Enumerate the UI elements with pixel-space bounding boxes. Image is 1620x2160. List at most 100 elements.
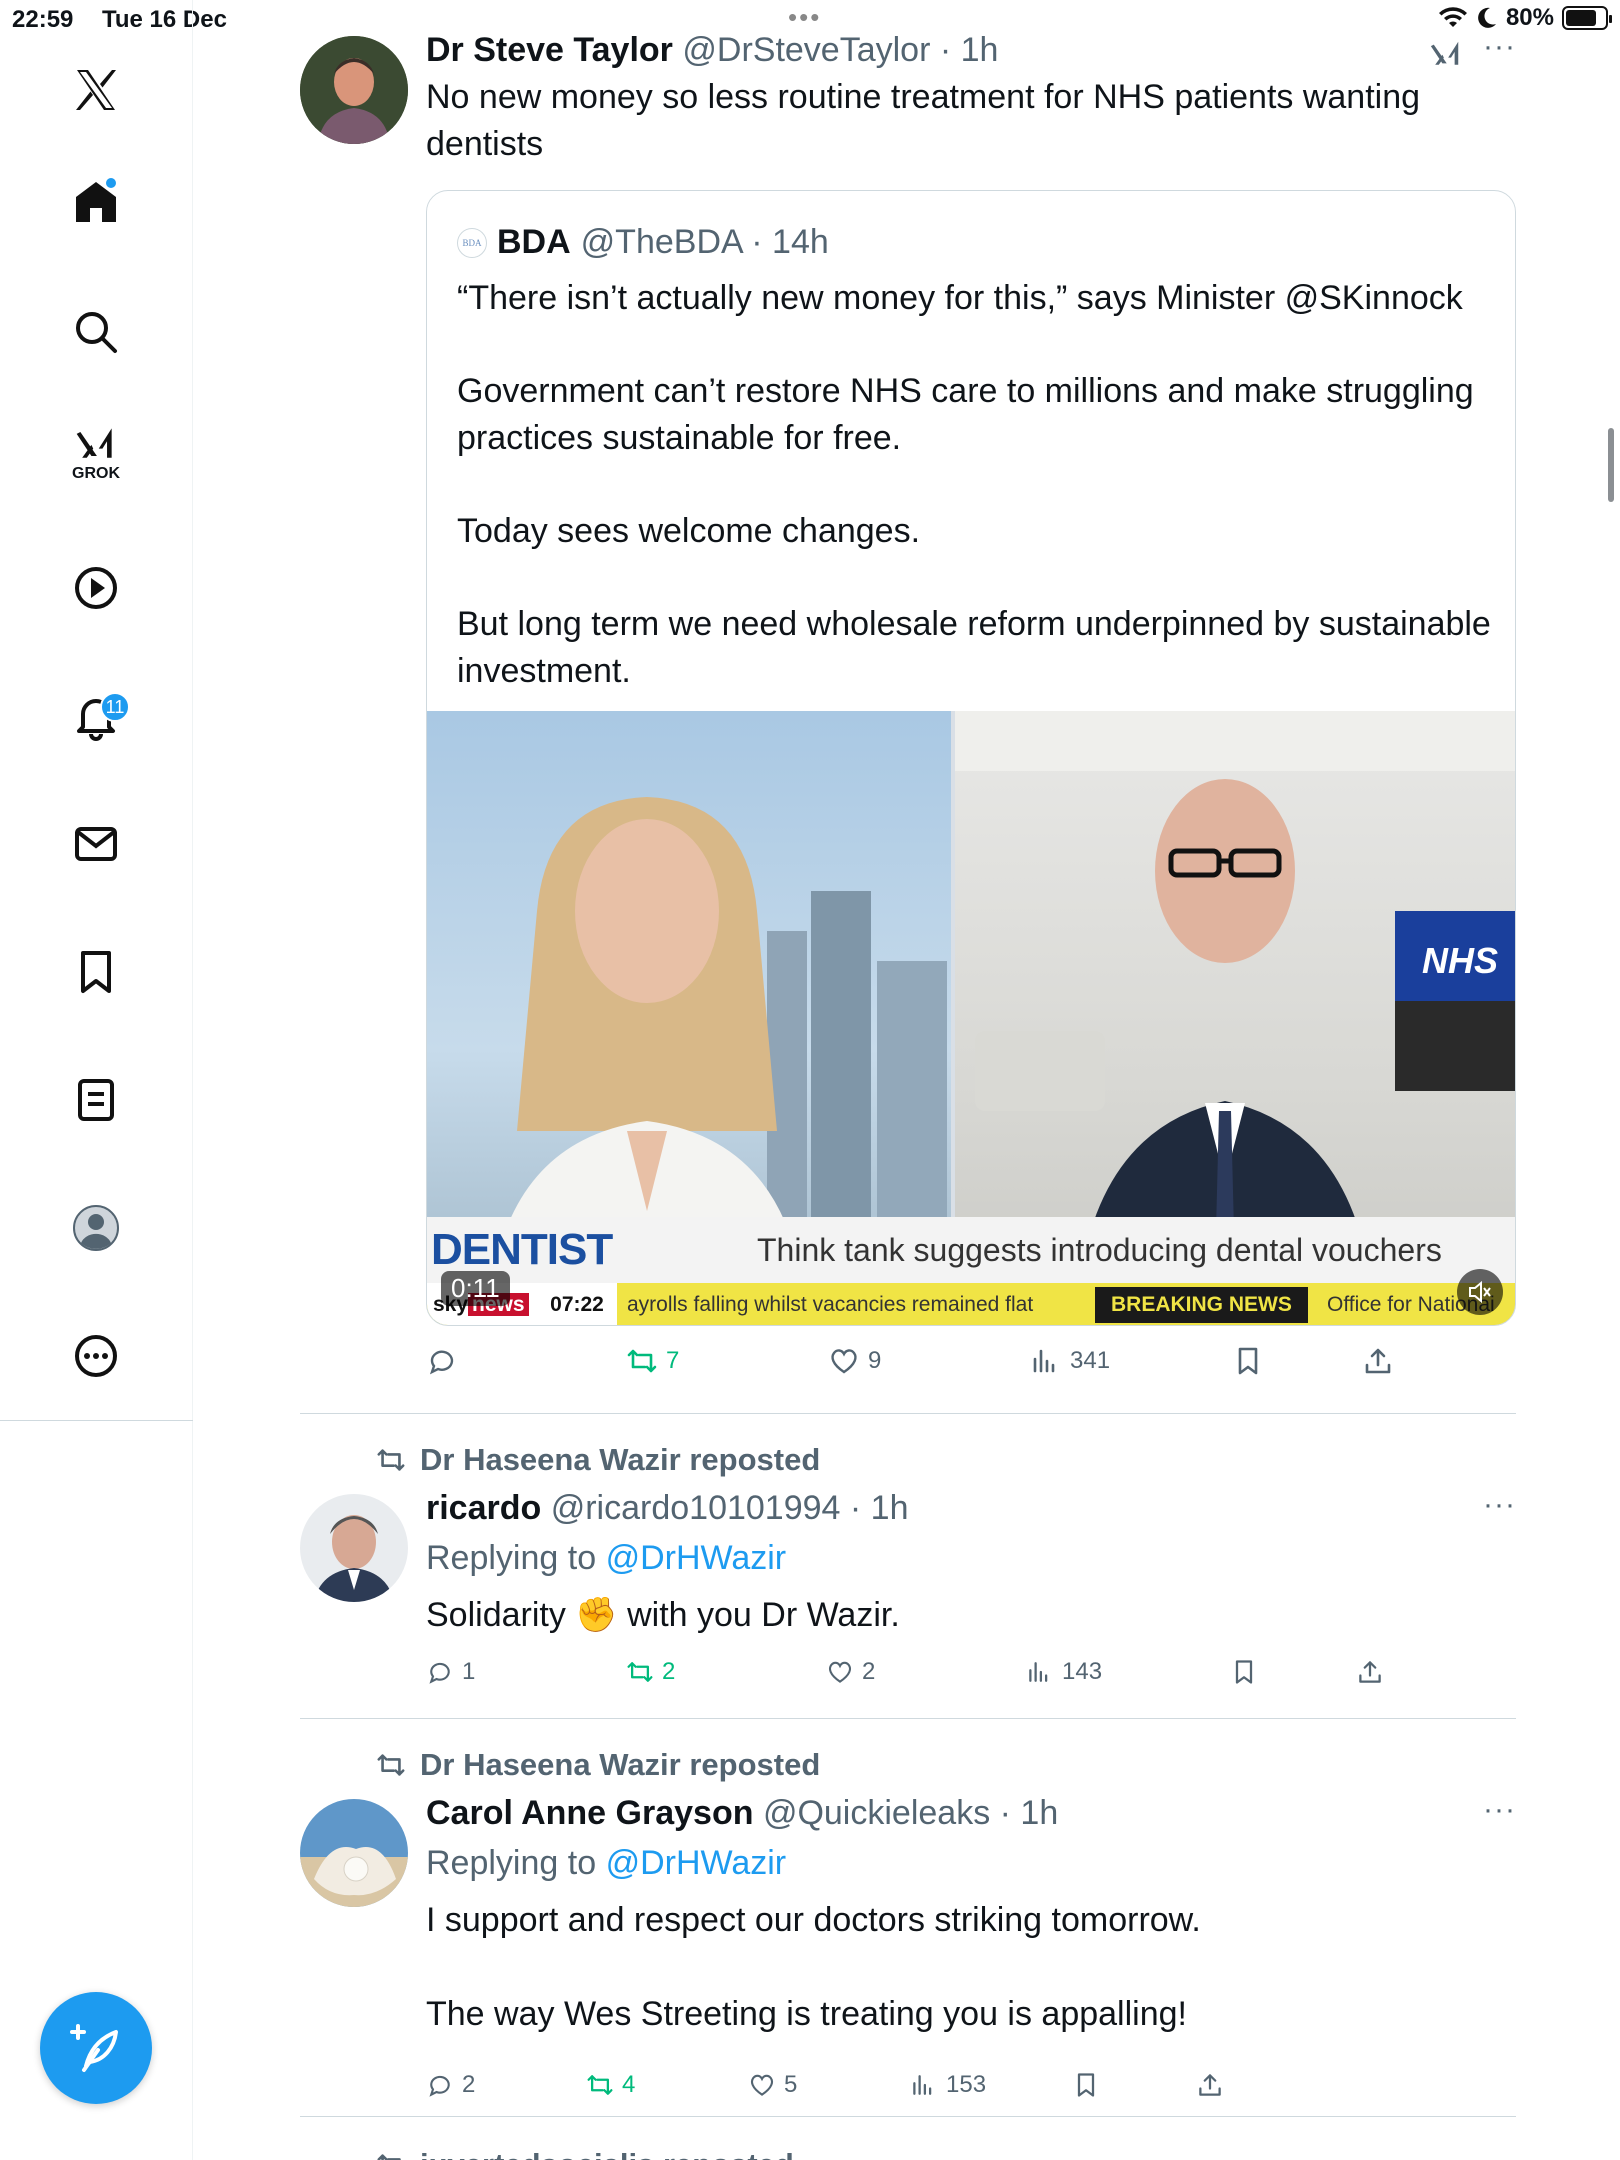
reply-button[interactable]: 1	[426, 1658, 475, 1686]
replying-to: Replying to @DrHWazir	[426, 1839, 1516, 1887]
author-handle[interactable]: @ricardo10101994	[551, 1489, 841, 1527]
nhs-sign: NHS	[1422, 940, 1498, 981]
tweet-header: ricardo @ricardo10101994 · 1h	[426, 1489, 909, 1527]
repost-count: 7	[666, 1347, 680, 1374]
quoted-tweet-text: “There isn’t actually new money for this…	[457, 275, 1497, 741]
share-icon	[1365, 1348, 1391, 1374]
reposted-by[interactable]: juvertedsocialis reposted	[420, 2147, 794, 2160]
profile-avatar-icon	[73, 1205, 119, 1251]
tweet-actions: 1 2 2 143	[426, 1658, 1426, 1698]
video-player[interactable]: NHS DENTIST REFORMS Think tank sug	[427, 711, 1515, 1325]
play-circle-icon	[75, 567, 117, 609]
bookmark-button[interactable]	[1232, 1345, 1264, 1377]
repost-button[interactable]: 7	[626, 1345, 679, 1377]
views-button[interactable]: 341	[1030, 1345, 1110, 1377]
author-handle[interactable]: @DrSteveTaylor	[682, 31, 930, 69]
sidebar-item-more[interactable]	[56, 1316, 136, 1396]
more-options-icon[interactable]: ···	[1483, 1793, 1516, 1827]
sidebar-item-grok[interactable]: GROK	[56, 412, 136, 492]
like-button[interactable]: 9	[828, 1345, 881, 1377]
avatar[interactable]	[300, 1494, 408, 1602]
author-name[interactable]: Dr Steve Taylor	[426, 31, 673, 69]
avatar[interactable]	[300, 36, 408, 144]
more-options-icon[interactable]: ···	[1483, 1488, 1516, 1522]
author-name[interactable]: ricardo	[426, 1489, 541, 1527]
bookmark-icon	[1238, 1347, 1258, 1375]
grok-explain-icon[interactable]	[1428, 36, 1464, 72]
more-circle-icon	[75, 1335, 117, 1377]
sidebar-item-notifications[interactable]: 11	[56, 676, 136, 756]
view-count: 153	[946, 2071, 987, 2098]
compose-post-button[interactable]	[40, 1992, 152, 2104]
quoted-paragraph: Government can’t restore NHS care to mil…	[457, 372, 1474, 457]
author-handle[interactable]: @Quickieleaks	[763, 1794, 990, 1832]
replying-to-link[interactable]: @DrHWazir	[606, 1844, 787, 1882]
bda-avatar: BDA	[457, 227, 487, 258]
mute-button[interactable]	[1457, 1269, 1503, 1315]
like-button[interactable]: 2	[826, 1658, 875, 1686]
reply-icon	[429, 2075, 450, 2097]
views-chart-icon	[1033, 1349, 1055, 1373]
repost-context: Dr Haseena Wazir reposted	[376, 1442, 820, 1478]
sidebar-item-messages[interactable]	[56, 804, 136, 884]
share-button[interactable]	[1356, 1658, 1384, 1686]
notifications-badge: 11	[100, 692, 130, 722]
heart-icon	[831, 1349, 857, 1374]
quoted-author-handle: @TheBDA	[580, 223, 742, 261]
quoted-author-name: BDA	[497, 223, 571, 261]
author-name[interactable]: Carol Anne Grayson	[426, 1794, 753, 1832]
tweet-time[interactable]: 1h	[871, 1489, 909, 1527]
sidebar-item-profile[interactable]	[56, 1188, 136, 1268]
sidebar-item-home[interactable]	[56, 162, 136, 242]
avatar[interactable]	[300, 1799, 408, 1907]
sidebar-item-lists[interactable]	[56, 1060, 136, 1140]
reply-count: 2	[462, 2071, 476, 2098]
views-chart-icon	[1029, 1662, 1048, 1682]
heart-icon	[828, 1661, 852, 1683]
multitasking-dots[interactable]: •••	[788, 2, 821, 33]
views-button[interactable]: 143	[1026, 1658, 1102, 1686]
tweet-divider	[300, 1413, 1516, 1414]
replying-to-link[interactable]: @DrHWazir	[606, 1539, 787, 1577]
scrollbar-thumb[interactable]	[1608, 428, 1614, 502]
tweet-divider	[300, 2116, 1516, 2117]
reply-button[interactable]: 2	[426, 2071, 475, 2099]
replying-to: Replying to @DrHWazir	[426, 1534, 1516, 1582]
heart-icon	[750, 2074, 774, 2096]
more-options-icon[interactable]: ···	[1483, 30, 1516, 64]
search-icon	[76, 312, 117, 353]
banner-text: Think tank suggests introducing dental v…	[757, 1232, 1442, 1268]
share-button[interactable]	[1196, 2071, 1224, 2099]
tweet-text-part: Solidarity	[426, 1596, 566, 1634]
sidebar-item-bookmarks[interactable]	[56, 932, 136, 1012]
tweet-time[interactable]: 1h	[961, 31, 999, 69]
reposted-by[interactable]: Dr Haseena Wazir reposted	[420, 1747, 820, 1783]
share-icon	[1199, 2074, 1221, 2096]
sidebar-item-search[interactable]	[56, 292, 136, 372]
ticker-clock: 07:22	[537, 1283, 617, 1325]
reply-button[interactable]	[426, 1345, 466, 1377]
compose-feather-icon	[70, 2024, 118, 2072]
bookmark-button[interactable]	[1072, 2071, 1100, 2099]
like-button[interactable]: 5	[748, 2071, 797, 2099]
grok-icon	[76, 428, 112, 458]
view-count: 341	[1070, 1347, 1111, 1374]
tweet-text-part: with you Dr Wazir.	[627, 1596, 900, 1634]
repost-icon	[377, 1754, 405, 1776]
sidebar-item-video[interactable]	[56, 548, 136, 628]
bookmark-icon	[1235, 1660, 1253, 1684]
quoted-tweet[interactable]: BDA BDA @TheBDA · 14h “There isn’t actua…	[426, 190, 1516, 1326]
views-button[interactable]: 153	[910, 2071, 986, 2099]
tweet-paragraph: I support and respect our doctors striki…	[426, 1901, 1201, 1939]
bookmark-button[interactable]	[1230, 1658, 1258, 1686]
repost-button[interactable]: 2	[626, 1658, 675, 1686]
x-logo-icon[interactable]	[56, 50, 136, 130]
battery-icon	[1562, 6, 1612, 30]
repost-count: 2	[662, 1658, 676, 1685]
quoted-paragraph: “There isn’t actually new money for this…	[457, 279, 1463, 317]
share-button[interactable]	[1362, 1345, 1394, 1377]
repost-button[interactable]: 4	[586, 2071, 635, 2099]
reposted-by[interactable]: Dr Haseena Wazir reposted	[420, 1442, 820, 1478]
quoted-tweet-time: 14h	[772, 223, 829, 261]
tweet-time[interactable]: 1h	[1020, 1794, 1058, 1832]
